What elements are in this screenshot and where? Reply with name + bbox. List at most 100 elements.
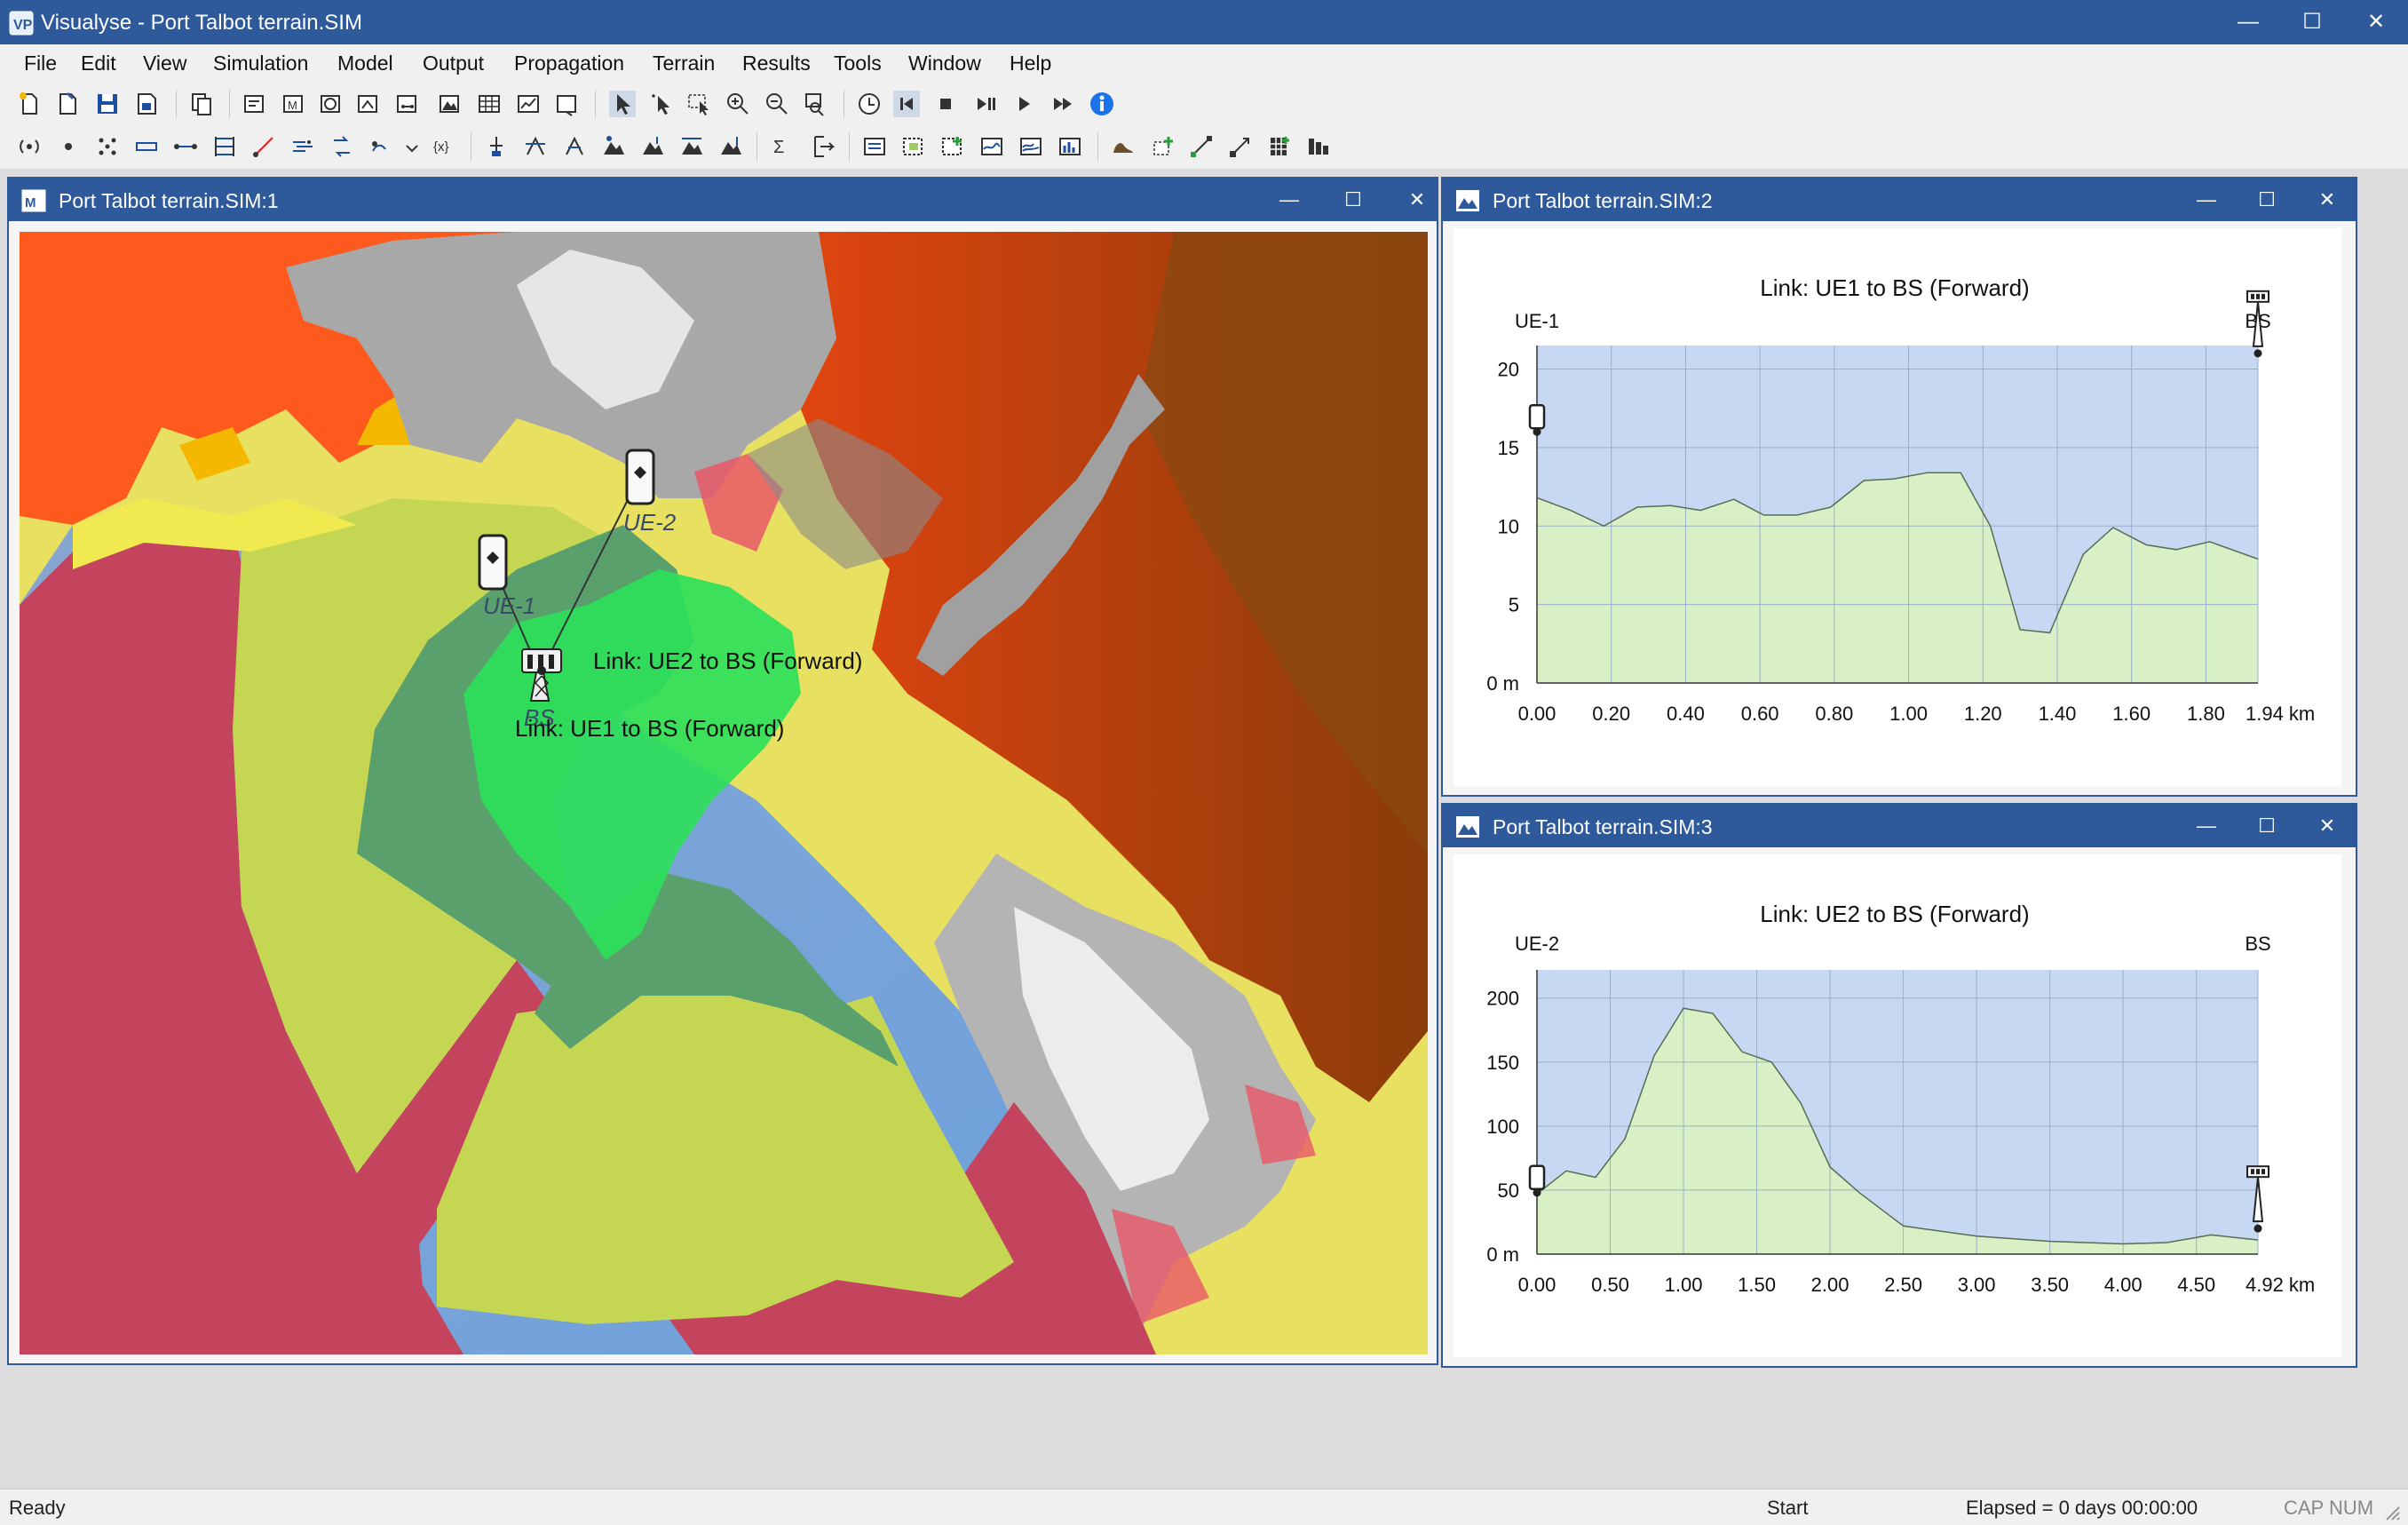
select-icon[interactable]	[609, 91, 636, 117]
menu-model[interactable]: Model	[337, 52, 393, 75]
coverage-map[interactable]: UE-1 UE-2 BS Link: UE2 to BS (Forward) L…	[20, 232, 1428, 1354]
terrain-profile-chart-ue1[interactable]: 0.00 0.20 0.40 0.60 0.80 1.00 1.20 1.40 1.60 1.80…	[1454, 228, 2341, 786]
link-view-icon[interactable]	[394, 91, 421, 117]
menu-output[interactable]: Output	[423, 52, 484, 75]
multi-station-icon[interactable]	[94, 133, 121, 160]
menu-help[interactable]: Help	[1010, 52, 1051, 75]
info-icon[interactable]	[1089, 91, 1115, 117]
save-as-icon[interactable]	[133, 91, 160, 117]
transmit-icon[interactable]	[329, 133, 355, 160]
propagation-icon[interactable]	[289, 133, 316, 160]
link-icon[interactable]	[172, 133, 199, 160]
play-icon[interactable]	[1010, 91, 1037, 117]
map-window-maximize-button[interactable]: ☐	[1332, 184, 1374, 216]
profile-window-2-minimize-button[interactable]: —	[2185, 810, 2228, 842]
terrain-height-icon[interactable]	[717, 133, 744, 160]
profile-window-1-maximize-button[interactable]: ☐	[2246, 184, 2288, 216]
export-icon[interactable]	[810, 133, 836, 160]
grid-icon[interactable]	[1266, 133, 1293, 160]
stop-icon[interactable]	[932, 91, 959, 117]
ue1-phone-icon[interactable]	[478, 534, 508, 591]
link-ue1-bs-label[interactable]: Link: UE1 to BS (Forward)	[515, 715, 784, 742]
graph-view-icon[interactable]	[515, 91, 542, 117]
profile-window-2-titlebar[interactable]: Port Talbot terrain.SIM:3 — ☐ ✕	[1443, 805, 2356, 847]
point-to-point-icon[interactable]	[1188, 133, 1215, 160]
variable-icon[interactable]	[403, 133, 430, 160]
skip-start-icon[interactable]	[893, 91, 920, 117]
area-plot-icon[interactable]	[978, 133, 1005, 160]
new-icon[interactable]	[16, 91, 43, 117]
trace-icon[interactable]	[1149, 133, 1176, 160]
profile-window-1-titlebar[interactable]: Port Talbot terrain.SIM:2 — ☐ ✕	[1443, 179, 2356, 221]
select-area-icon[interactable]	[685, 91, 712, 117]
x-tick-label: 0.20	[1592, 703, 1630, 725]
map-window-titlebar[interactable]: M Port Talbot terrain.SIM:1 — ☐ ✕	[9, 179, 1437, 221]
toolbar-model: {x} Σ	[0, 127, 2408, 166]
table-view-icon[interactable]	[476, 91, 503, 117]
receive-icon[interactable]	[368, 133, 394, 160]
menu-propagation[interactable]: Propagation	[514, 52, 624, 75]
profile-window-2-maximize-button[interactable]: ☐	[2246, 810, 2288, 842]
ue2-phone-icon[interactable]	[625, 449, 655, 505]
terrain-station-icon[interactable]	[600, 133, 627, 160]
area-select-icon[interactable]	[900, 133, 927, 160]
fast-forward-icon[interactable]	[1050, 91, 1076, 117]
area-chart-icon[interactable]	[1057, 133, 1083, 160]
map-window-close-button[interactable]: ✕	[1396, 184, 1438, 216]
menu-file[interactable]: File	[24, 52, 57, 75]
svg-text:M: M	[25, 195, 36, 210]
minimize-button[interactable]: —	[2223, 5, 2273, 39]
bar-chart-icon[interactable]	[1305, 133, 1332, 160]
clock-icon[interactable]	[856, 91, 883, 117]
menu-terrain[interactable]: Terrain	[653, 52, 715, 75]
bs-tower-icon-point	[2254, 1224, 2262, 1233]
antenna-icon[interactable]	[16, 133, 43, 160]
move-icon[interactable]	[1227, 133, 1254, 160]
area-graph-icon[interactable]	[1018, 133, 1044, 160]
save-icon[interactable]	[94, 91, 121, 117]
link-ue2-bs-label[interactable]: Link: UE2 to BS (Forward)	[593, 647, 862, 674]
open-icon[interactable]	[55, 91, 82, 117]
map-view-icon[interactable]: M	[281, 91, 307, 117]
station-group-icon[interactable]	[522, 133, 549, 160]
station-add-icon[interactable]	[483, 133, 510, 160]
expression-icon[interactable]: {x}	[432, 133, 458, 160]
land-use-icon[interactable]	[1110, 133, 1137, 160]
station-list-icon[interactable]	[561, 133, 588, 160]
menu-simulation[interactable]: Simulation	[213, 52, 308, 75]
profile-window-2-close-button[interactable]: ✕	[2306, 810, 2349, 842]
terrain-view-icon[interactable]	[437, 91, 463, 117]
menu-edit[interactable]: Edit	[81, 52, 116, 75]
profile-window-1-minimize-button[interactable]: —	[2185, 184, 2228, 216]
area-add-icon[interactable]	[939, 133, 966, 160]
menu-window[interactable]: Window	[908, 52, 981, 75]
map-window-minimize-button[interactable]: —	[1268, 184, 1311, 216]
zoom-extent-icon[interactable]	[803, 91, 829, 117]
copy-icon[interactable]	[188, 91, 215, 117]
network-view-icon[interactable]	[355, 91, 382, 117]
area-analysis-icon[interactable]	[861, 133, 888, 160]
profile-chart-1-panel: 0.00 0.20 0.40 0.60 0.80 1.00 1.20 1.40 1.60 1.80…	[1454, 228, 2341, 786]
terrain-link-icon[interactable]	[678, 133, 705, 160]
profile-window-1-close-button[interactable]: ✕	[2306, 184, 2349, 216]
interference-icon[interactable]	[250, 133, 277, 160]
resize-grip-icon[interactable]	[2383, 1504, 2401, 1521]
sum-icon[interactable]: Σ	[767, 133, 794, 160]
globe-view-icon[interactable]	[318, 91, 345, 117]
link-group-icon[interactable]	[211, 133, 238, 160]
menu-results[interactable]: Results	[742, 52, 811, 75]
terrain-map-icon[interactable]	[639, 133, 666, 160]
terrain-profile-chart-ue2[interactable]: 0.00 0.50 1.00 1.50 2.00 2.50 3.00 3.50 4.00 4.50…	[1454, 854, 2341, 1357]
plot-view-icon[interactable]	[554, 91, 581, 117]
station-icon[interactable]	[55, 133, 82, 160]
zoom-in-icon[interactable]	[725, 91, 751, 117]
carrier-icon[interactable]	[133, 133, 160, 160]
step-icon[interactable]	[971, 91, 998, 117]
menu-tools[interactable]: Tools	[834, 52, 882, 75]
zoom-out-icon[interactable]	[764, 91, 790, 117]
menu-view[interactable]: View	[143, 52, 186, 75]
view-icon[interactable]	[242, 91, 268, 117]
close-button[interactable]: ✕	[2351, 5, 2401, 39]
select-point-icon[interactable]	[648, 91, 675, 117]
maximize-button[interactable]: ☐	[2287, 5, 2337, 39]
